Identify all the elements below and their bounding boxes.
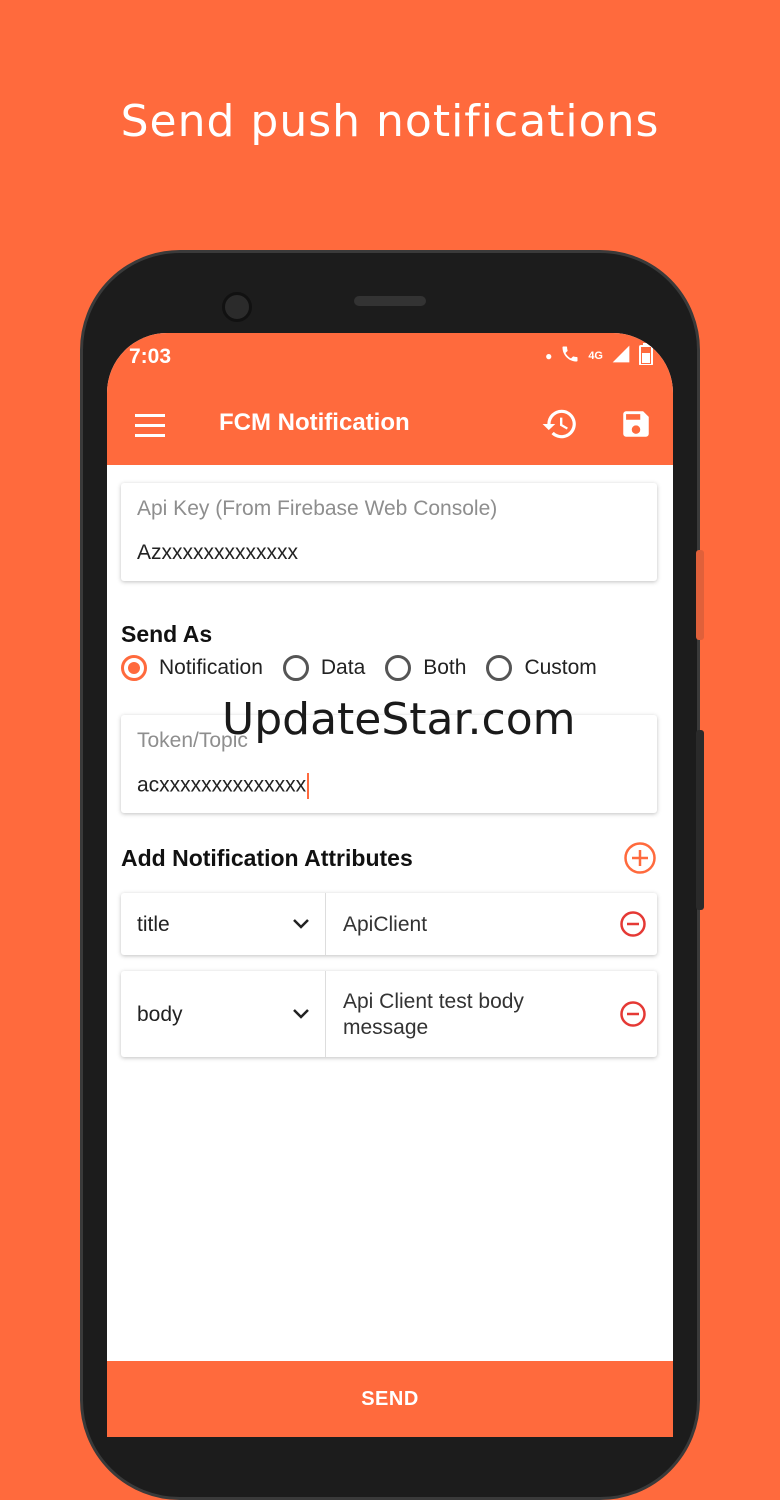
send-button[interactable]: SEND [107,1361,673,1437]
token-value: acxxxxxxxxxxxxxx [137,773,307,797]
radio-label: Data [320,656,366,679]
attribute-key-dropdown[interactable]: body [121,971,326,1057]
earpiece-speaker [354,296,426,306]
add-attribute-icon[interactable] [623,841,657,875]
app-screen: 7:03 ● 4G FCM Notification Api Key (From… [107,333,673,1437]
api-key-field[interactable]: Api Key (From Firebase Web Console) Azxx… [121,483,657,581]
radio-custom[interactable]: Custom [486,655,597,681]
attribute-value[interactable]: ApiClient [343,912,603,938]
api-key-hint: Api Key (From Firebase Web Console) [137,497,498,520]
radio-notification[interactable]: Notification [121,655,263,681]
app-bar: FCM Notification [107,387,673,465]
network-type: 4G [588,349,603,362]
attribute-key: title [137,913,170,936]
attribute-key: body [137,1003,183,1026]
attribute-row-title: title ApiClient [121,893,657,955]
token-value-wrapper: acxxxxxxxxxxxxxx [137,773,310,799]
status-bar: 7:03 ● 4G [107,333,673,387]
attributes-title: Add Notification Attributes [121,845,413,871]
radio-both[interactable]: Both [385,655,466,681]
radio-label: Notification [159,656,263,679]
battery-icon [639,343,653,368]
chevron-down-icon [293,919,309,929]
radio-unselected-icon [486,655,513,681]
radio-label: Custom [524,656,597,679]
radio-data[interactable]: Data [282,655,366,681]
remove-attribute-icon[interactable] [619,910,647,938]
chevron-down-icon [293,1009,309,1019]
phone-power-button [696,730,704,910]
remove-attribute-icon[interactable] [619,1000,647,1028]
notification-dot-icon: ● [545,348,553,363]
send-as-radio-group: Notification Data Both Custom [121,655,617,681]
promo-headline: Send push notifications [120,96,660,147]
radio-unselected-icon [385,655,412,681]
attribute-value[interactable]: Api Client test body message [343,989,603,1041]
save-icon[interactable] [619,407,653,441]
radio-unselected-icon [282,655,309,681]
status-time: 7:03 [129,345,172,368]
status-icons: ● 4G [545,343,653,368]
token-hint: Token/Topic [137,729,248,752]
attribute-key-dropdown[interactable]: title [121,893,326,955]
radio-selected-icon [121,655,147,681]
attribute-row-body: body Api Client test body message [121,971,657,1057]
text-cursor [307,773,310,799]
radio-label: Both [423,656,467,679]
api-key-value: Azxxxxxxxxxxxxx [137,541,299,564]
signal-icon [611,344,631,367]
token-field[interactable]: Token/Topic acxxxxxxxxxxxxxx [121,715,657,813]
phone-volume-button [696,550,704,640]
front-camera [222,292,252,322]
hamburger-menu-icon[interactable] [135,414,165,438]
call-icon [560,344,580,367]
history-icon[interactable] [541,405,579,443]
app-title: FCM Notification [219,409,410,436]
send-as-title: Send As [121,621,213,647]
